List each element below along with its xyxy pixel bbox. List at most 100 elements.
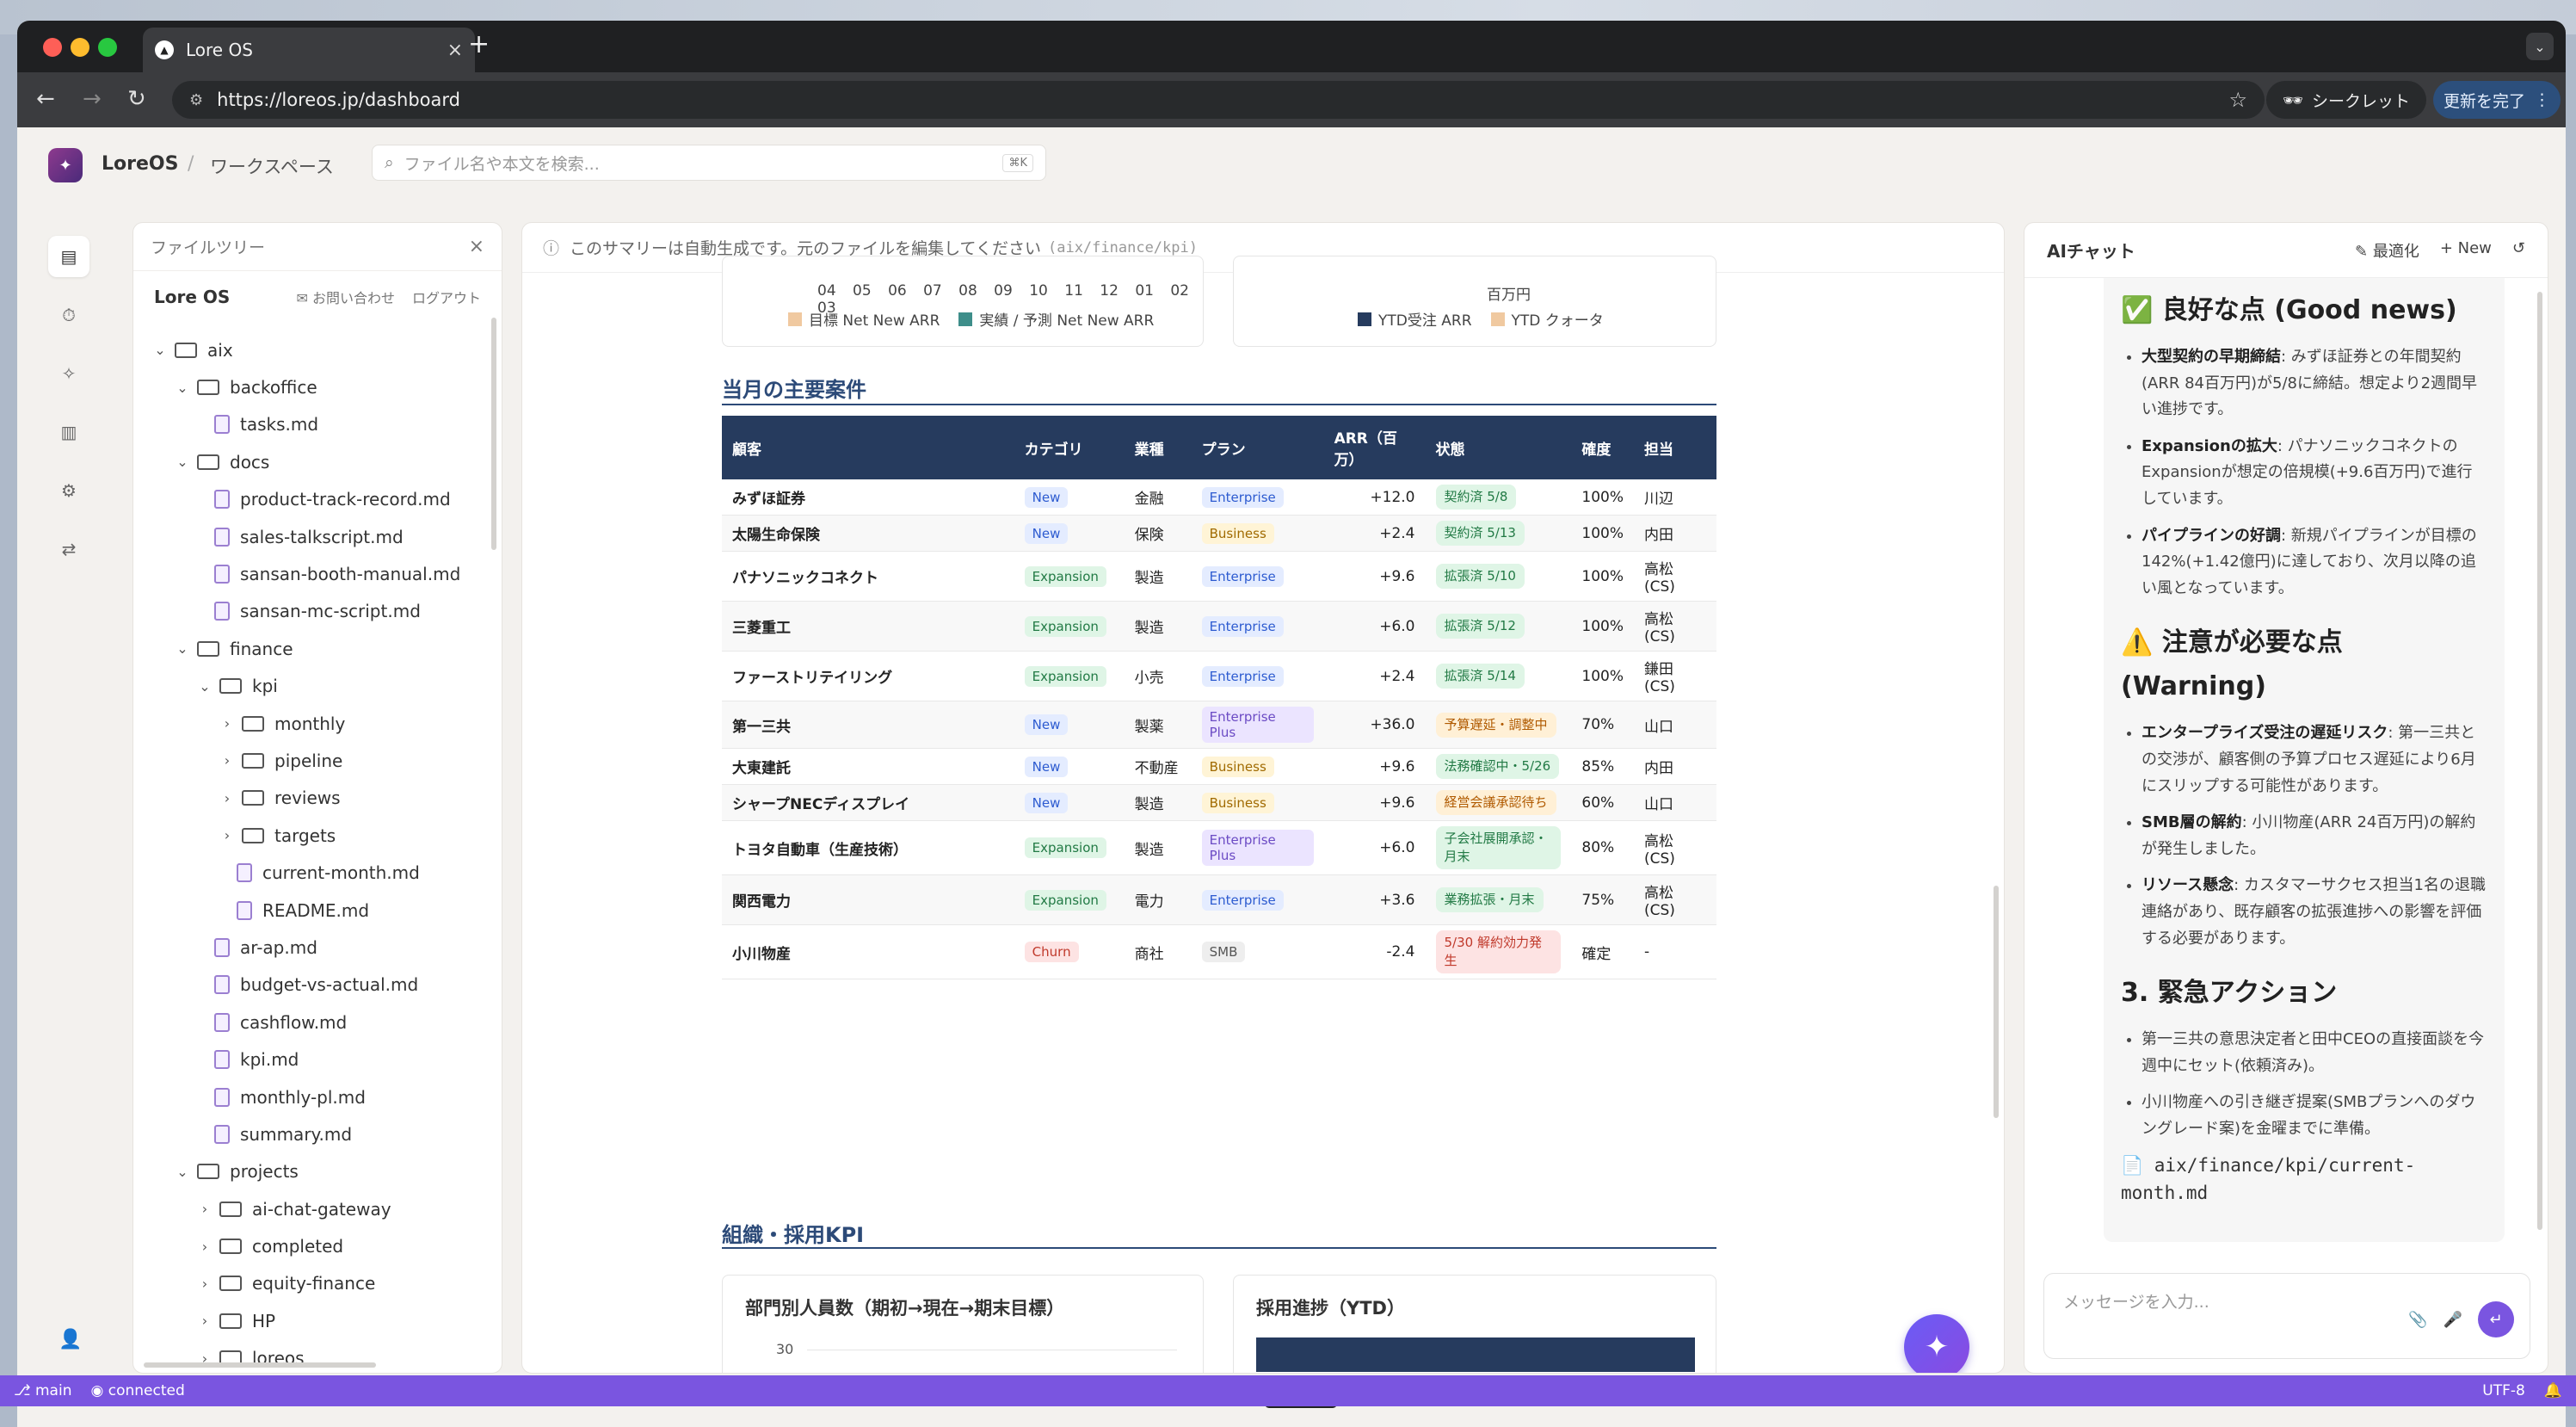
tree-file-item[interactable]: ar-ap.md xyxy=(133,929,502,966)
contact-link[interactable]: ✉ お問い合わせ xyxy=(296,287,395,307)
table-row[interactable]: トヨタ自動車（生産技術） Expansion 製造 Enterprise Plus +6… xyxy=(722,820,1716,875)
tree-folder-item[interactable]: ⌄ aix xyxy=(133,331,502,368)
tree-file-item[interactable]: README.md xyxy=(133,892,502,929)
table-row[interactable]: ファーストリテイリング Expansion 小売 Enterprise +2.4 拡張済 … xyxy=(722,651,1716,701)
tree-folder-item[interactable]: ⌄ backoffice xyxy=(133,368,502,405)
chevron-down-icon[interactable]: ⌄ xyxy=(173,640,192,657)
update-button[interactable]: 更新を完了 ⋮ xyxy=(2433,81,2561,119)
chevron-right-icon[interactable]: › xyxy=(195,1201,214,1217)
loreos-logo[interactable]: ✦ xyxy=(48,148,83,182)
zoom-window-icon[interactable] xyxy=(98,38,117,57)
section-divider xyxy=(722,404,1716,405)
tree-file-item[interactable]: sansan-mc-script.md xyxy=(133,593,502,630)
chevron-right-icon[interactable]: › xyxy=(195,1313,214,1329)
plan-cell: Enterprise xyxy=(1191,601,1324,652)
chevron-down-icon[interactable]: ⌄ xyxy=(173,1164,192,1180)
tree-scrollbar[interactable] xyxy=(491,318,496,550)
chat-input[interactable]: メッセージを入力... 📎 🎤 ↵ xyxy=(2043,1273,2530,1359)
chevron-right-icon[interactable]: › xyxy=(218,752,237,769)
tree-folder-item[interactable]: ⌄ kpi xyxy=(133,668,502,705)
table-row[interactable]: 太陽生命保険 New 保険 Business +2.4 契約済 5/13 100% 内田 xyxy=(722,515,1716,552)
table-row[interactable]: シャープNECディスプレイ New 製造 Business +9.6 経営会議承認待ち 60… xyxy=(722,784,1716,821)
forward-icon[interactable]: → xyxy=(83,86,102,112)
chevron-down-icon[interactable]: ⌄ xyxy=(151,342,169,358)
tab-menu-icon[interactable]: ⌄ xyxy=(2526,33,2554,60)
table-row[interactable]: 三菱重工 Expansion 製造 Enterprise +6.0 拡張済 5/12 100… xyxy=(722,601,1716,652)
logout-link[interactable]: ログアウト xyxy=(412,287,481,307)
tree-folder-item[interactable]: ⌄ projects xyxy=(133,1153,502,1190)
chevron-right-icon[interactable]: › xyxy=(218,790,237,806)
tree-file-item[interactable]: monthly-pl.md xyxy=(133,1078,502,1115)
search-input[interactable]: ⌕ ファイル名や本文を検索... ⌘K xyxy=(372,145,1046,181)
incognito-button[interactable]: 🕶 シークレット xyxy=(2266,81,2426,119)
tree-folder-item[interactable]: › completed xyxy=(133,1227,502,1264)
close-window-icon[interactable] xyxy=(43,38,62,57)
workspace-breadcrumb[interactable]: ワークスペース xyxy=(210,153,334,179)
tree-folder-item[interactable]: › loreos xyxy=(133,1340,502,1373)
close-tree-icon[interactable]: × xyxy=(469,236,484,257)
chevron-down-icon[interactable]: ⌄ xyxy=(173,454,192,470)
new-chat-button[interactable]: + New xyxy=(2440,239,2492,262)
chevron-right-icon[interactable]: › xyxy=(218,827,237,843)
table-row[interactable]: 第一三共 New 製薬 Enterprise Plus +36.0 予算遅延・調整中 70%… xyxy=(722,701,1716,749)
encoding-label[interactable]: UTF-8 xyxy=(2482,1382,2525,1399)
reload-icon[interactable]: ↻ xyxy=(127,86,146,112)
browser-tab[interactable]: ▲ Lore OS × xyxy=(143,28,475,72)
files-nav-icon[interactable]: ▤ xyxy=(48,236,89,277)
tree-folder-item[interactable]: › monthly xyxy=(133,705,502,742)
tree-folder-item[interactable]: › equity-finance xyxy=(133,1265,502,1302)
chevron-down-icon[interactable]: ⌄ xyxy=(195,678,214,695)
link-nav-icon[interactable]: ⇄ xyxy=(48,528,89,570)
close-tab-icon[interactable]: × xyxy=(447,40,463,61)
tree-folder-item[interactable]: › HP xyxy=(133,1302,502,1339)
minimize-window-icon[interactable] xyxy=(71,38,89,57)
main-scrollbar[interactable] xyxy=(1994,886,1999,1118)
table-row[interactable]: みずほ証券 New 金融 Enterprise +12.0 契約済 5/8 100% 川辺 xyxy=(722,479,1716,516)
chevron-right-icon[interactable]: › xyxy=(195,1276,214,1292)
chevron-right-icon[interactable]: › xyxy=(218,715,237,732)
new-tab-icon[interactable]: + xyxy=(468,29,490,59)
tree-horizontal-scrollbar[interactable] xyxy=(144,1362,376,1368)
site-settings-icon[interactable]: ⚙ xyxy=(189,91,203,109)
tree-folder-item[interactable]: ⌄ finance xyxy=(133,630,502,667)
history-icon[interactable]: ↺ xyxy=(2512,239,2525,262)
tree-folder-item[interactable]: › ai-chat-gateway xyxy=(133,1190,502,1227)
tree-file-item[interactable]: kpi.md xyxy=(133,1041,502,1078)
ai-nav-icon[interactable]: ✧ xyxy=(48,353,89,394)
send-button[interactable]: ↵ xyxy=(2478,1301,2514,1337)
chevron-down-icon[interactable]: ⌄ xyxy=(173,380,192,396)
tree-folder-item[interactable]: ⌄ docs xyxy=(133,443,502,480)
chevron-right-icon[interactable]: › xyxy=(195,1239,214,1255)
document-nav-icon[interactable]: ▥ xyxy=(48,411,89,453)
timer-nav-icon[interactable]: ⏱ xyxy=(48,294,89,336)
tree-file-item[interactable]: budget-vs-actual.md xyxy=(133,967,502,1004)
attach-icon[interactable]: 📎 xyxy=(2408,1311,2427,1329)
tree-file-item[interactable]: summary.md xyxy=(133,1115,502,1152)
legend-label: 実績 / 予測 Net New ARR xyxy=(979,312,1155,330)
branch-indicator[interactable]: ⎇ main xyxy=(14,1382,71,1399)
optimize-button[interactable]: ✎ 最適化 xyxy=(2355,239,2419,262)
table-row[interactable]: 大東建託 New 不動産 Business +9.6 法務確認中・5/26 85% 内田 xyxy=(722,748,1716,785)
tree-file-item[interactable]: sansan-booth-manual.md xyxy=(133,555,502,592)
mic-icon[interactable]: 🎤 xyxy=(2444,1311,2462,1329)
file-reference-link[interactable]: 📄 aix/finance/kpi/current-month.md xyxy=(2121,1152,2487,1207)
tree-file-item[interactable]: tasks.md xyxy=(133,406,502,443)
tree-folder-item[interactable]: › targets xyxy=(133,817,502,854)
tree-file-item[interactable]: cashflow.md xyxy=(133,1004,502,1041)
tree-folder-item[interactable]: › pipeline xyxy=(133,742,502,779)
tree-file-item[interactable]: current-month.md xyxy=(133,854,502,891)
user-icon[interactable]: 👤 xyxy=(59,1329,82,1350)
bookmark-star-icon[interactable]: ☆ xyxy=(2228,88,2247,112)
table-row[interactable]: 関西電力 Expansion 電力 Enterprise +3.6 業務拡張・月末 75% 高… xyxy=(722,874,1716,925)
back-icon[interactable]: ← xyxy=(36,86,55,112)
ai-sparkle-button[interactable]: ✦ xyxy=(1904,1314,1969,1373)
settings-nav-icon[interactable]: ⚙ xyxy=(48,470,89,511)
url-field[interactable]: ⚙ https://loreos.jp/dashboard ☆ xyxy=(172,81,2265,119)
tree-folder-item[interactable]: › reviews xyxy=(133,780,502,817)
table-row[interactable]: 小川物産 Churn 商社 SMB -2.4 5/30 解約効力発生 確定 - xyxy=(722,924,1716,979)
tree-file-item[interactable]: sales-talkscript.md xyxy=(133,518,502,555)
chat-scrollbar[interactable] xyxy=(2537,292,2542,1230)
table-row[interactable]: パナソニックコネクト Expansion 製造 Enterprise +9.6 拡張済 5… xyxy=(722,551,1716,602)
tree-file-item[interactable]: product-track-record.md xyxy=(133,481,502,518)
bell-icon[interactable]: 🔔 xyxy=(2544,1382,2562,1399)
